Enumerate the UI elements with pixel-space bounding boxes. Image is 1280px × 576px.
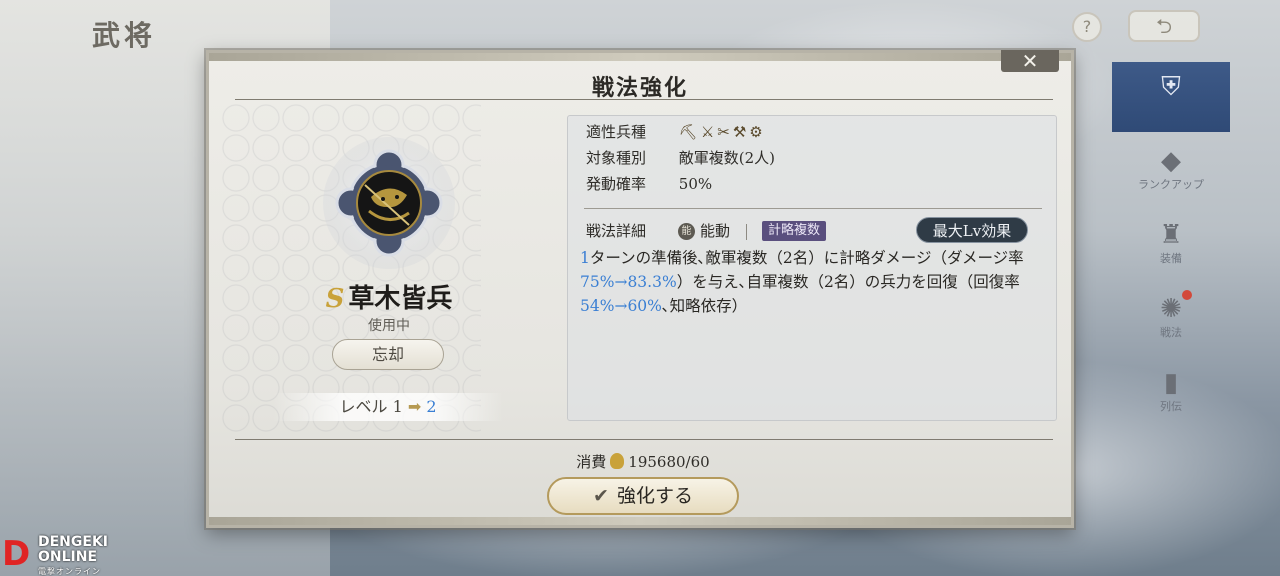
target-value: 敵軍複数(2人) xyxy=(678,149,776,167)
nav-item-tactic[interactable]: ✺ 戦法 xyxy=(1112,284,1230,354)
logo-line2: ONLINE xyxy=(38,549,98,565)
dialog-title: 戦法強化 xyxy=(591,75,688,101)
target-label: 対象種別 xyxy=(586,149,647,167)
separator xyxy=(746,224,747,240)
level-indicator: レベル 1 ➡ 2 xyxy=(273,393,503,421)
tactic-info-panel: 適性兵種 ⛏⚔✂⚒⚙ 対象種別 敵軍複数(2人) 発動確率 50% 戦法詳細 能… xyxy=(567,115,1057,421)
tactic-enhance-dialog: 戦法強化 ✕ S 草木皆兵 使用中 忘却 レベル 1 ➡ 2 適性兵種 ⛏⚔✂⚒… xyxy=(206,50,1074,528)
armor-icon: ⛨ xyxy=(1161,72,1181,102)
level-label: レベル xyxy=(339,397,388,416)
back-button[interactable]: ⮌ xyxy=(1128,10,1200,42)
arrow-right-icon: ➡ xyxy=(407,397,422,416)
help-button[interactable]: ? xyxy=(1072,12,1102,42)
skill-name: S 草木皆兵 xyxy=(289,278,489,315)
rank-icon: ◆ xyxy=(1161,146,1181,176)
notification-dot xyxy=(1182,290,1192,300)
level-current: 1 xyxy=(392,397,403,416)
nav-item-armor[interactable]: ⛨ xyxy=(1112,62,1230,132)
max-level-effect-button[interactable]: 最大Lv効果 xyxy=(916,217,1028,243)
title-divider xyxy=(235,99,1053,100)
desc-text: ）を与え､自軍複数（2名）の兵力を回復（回復率 xyxy=(676,273,1020,291)
screen-title: 武将 xyxy=(92,19,157,52)
desc-text: ターンの準備後､敵軍複数（2名）に計略ダメージ（ダメージ率 xyxy=(589,249,1024,267)
enhance-label: 強化する xyxy=(616,485,693,507)
target-row: 対象種別 敵軍複数(2人) xyxy=(586,146,775,170)
rate-value: 50% xyxy=(678,175,713,193)
info-divider xyxy=(584,208,1042,209)
nav-item-label: 装備 xyxy=(1160,252,1182,265)
nav-item-rankup[interactable]: ◆ ランクアップ xyxy=(1112,136,1230,206)
enhance-button[interactable]: ✔ 強化する xyxy=(547,477,739,515)
forget-button[interactable]: 忘却 xyxy=(332,339,444,370)
book-icon: ▮ xyxy=(1163,368,1179,398)
equip-icon: ♜ xyxy=(1159,220,1183,250)
close-button[interactable]: ✕ xyxy=(1001,50,1059,72)
rate-label: 発動確率 xyxy=(586,175,647,193)
tactic-icon: ✺ xyxy=(1160,294,1182,324)
desc-damage-rate: 75%→83.3% xyxy=(580,273,677,291)
level-next: 2 xyxy=(426,397,437,416)
cost-display: 消費 195680/60 xyxy=(209,451,1077,472)
nav-item-label: 戦法 xyxy=(1160,326,1182,339)
unit-type-row: 適性兵種 ⛏⚔✂⚒⚙ xyxy=(586,120,766,144)
desc-number: 1 xyxy=(580,249,590,267)
tactic-description: 1ターンの準備後､敵軍複数（2名）に計略ダメージ（ダメージ率 75%→83.3%）… xyxy=(580,246,1048,318)
detail-label: 戦法詳細 xyxy=(586,222,647,240)
unit-type-label: 適性兵種 xyxy=(586,123,647,141)
cost-value: 195680/60 xyxy=(628,453,710,471)
desc-heal-rate: 54%→60% xyxy=(580,297,662,315)
nav-item-label: ランクアップ xyxy=(1138,178,1204,191)
logo-mark-icon: D xyxy=(2,534,31,574)
cost-label: 消費 xyxy=(576,453,607,471)
coin-icon xyxy=(610,453,625,469)
skill-status: 使用中 xyxy=(368,318,410,334)
bottom-divider xyxy=(235,439,1053,440)
active-type-icon: 能 xyxy=(678,223,695,240)
logo-text: DENGEKI ONLINE xyxy=(38,535,108,565)
nav-item-label: 列伝 xyxy=(1160,400,1182,413)
nav-item-equip[interactable]: ♜ 装備 xyxy=(1112,210,1230,280)
skill-rank: S xyxy=(325,284,345,314)
skill-emblem-icon xyxy=(323,137,455,269)
tactic-type-badge: 計略複数 xyxy=(762,221,827,241)
logo-line1: DENGEKI xyxy=(38,534,109,550)
right-nav: ⛨ ◆ ランクアップ ♜ 装備 ✺ 戦法 ▮ 列伝 xyxy=(1112,62,1230,432)
desc-text: ､知略依存） xyxy=(661,297,748,315)
active-type-label: 能動 xyxy=(700,222,731,240)
unit-type-icons: ⛏⚔✂⚒⚙ xyxy=(678,123,766,141)
nav-item-book[interactable]: ▮ 列伝 xyxy=(1112,358,1230,428)
rate-row: 発動確率 50% xyxy=(586,172,712,196)
logo-sub: 電撃オンライン xyxy=(38,567,101,576)
skill-name-text: 草木皆兵 xyxy=(348,284,453,314)
dengeki-online-logo: D DENGEKI ONLINE 電撃オンライン xyxy=(0,534,130,576)
check-icon: ✔ xyxy=(593,485,609,507)
